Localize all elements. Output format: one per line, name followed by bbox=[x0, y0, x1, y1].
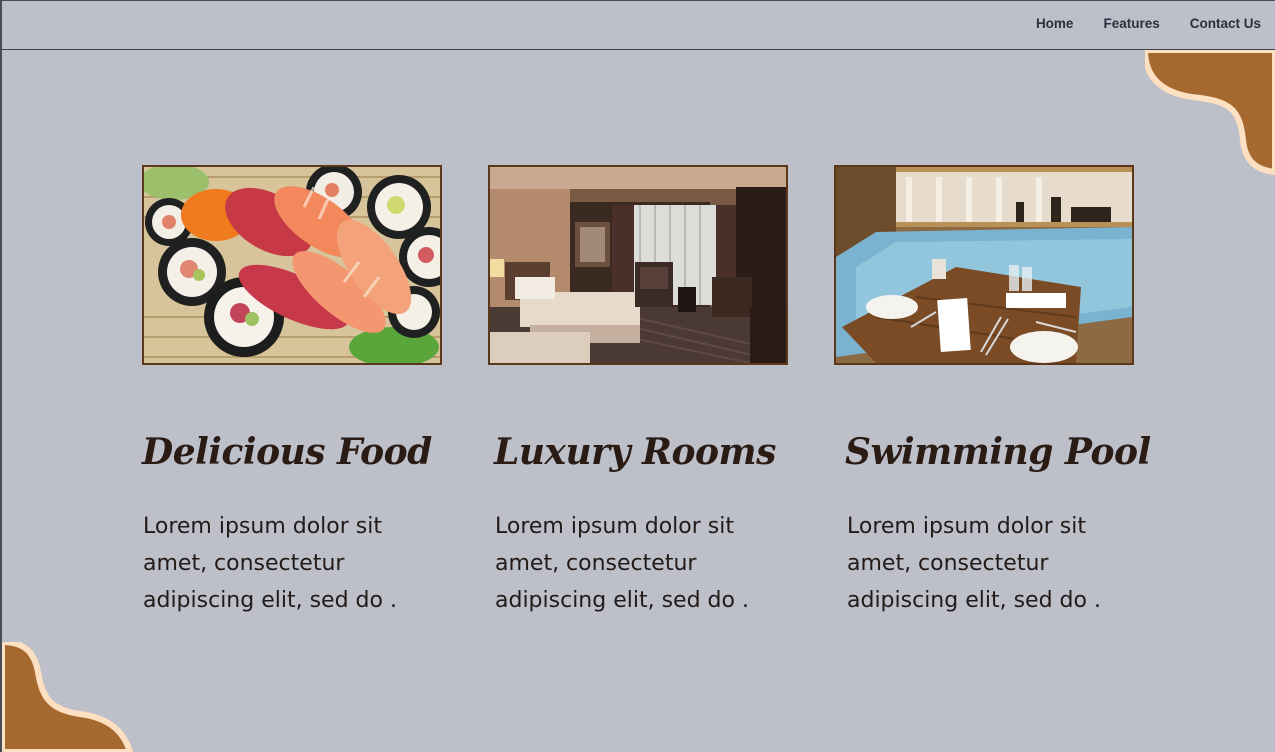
card-title-pool: Swimming Pool bbox=[845, 431, 1151, 473]
nav-links: Home Features Contact Us bbox=[1036, 16, 1261, 31]
nav-link-home[interactable]: Home bbox=[1036, 16, 1074, 31]
room-image bbox=[488, 165, 788, 365]
nav-link-features[interactable]: Features bbox=[1103, 16, 1159, 31]
corner-blob-bottom-left bbox=[2, 642, 134, 752]
nav-link-contact-us[interactable]: Contact Us bbox=[1190, 16, 1261, 31]
corner-blob-top-right bbox=[1145, 50, 1275, 175]
card-text-food: Lorem ipsum dolor sit amet, consectetur … bbox=[143, 514, 397, 613]
top-navbar: Home Features Contact Us bbox=[2, 1, 1275, 50]
food-image bbox=[142, 165, 442, 365]
card-title-rooms: Luxury Rooms bbox=[494, 431, 776, 473]
card-text-pool: Lorem ipsum dolor sit amet, consectetur … bbox=[847, 514, 1101, 613]
card-title-food: Delicious Food bbox=[142, 431, 432, 473]
pool-image bbox=[834, 165, 1134, 365]
card-text-rooms: Lorem ipsum dolor sit amet, consectetur … bbox=[495, 514, 749, 613]
